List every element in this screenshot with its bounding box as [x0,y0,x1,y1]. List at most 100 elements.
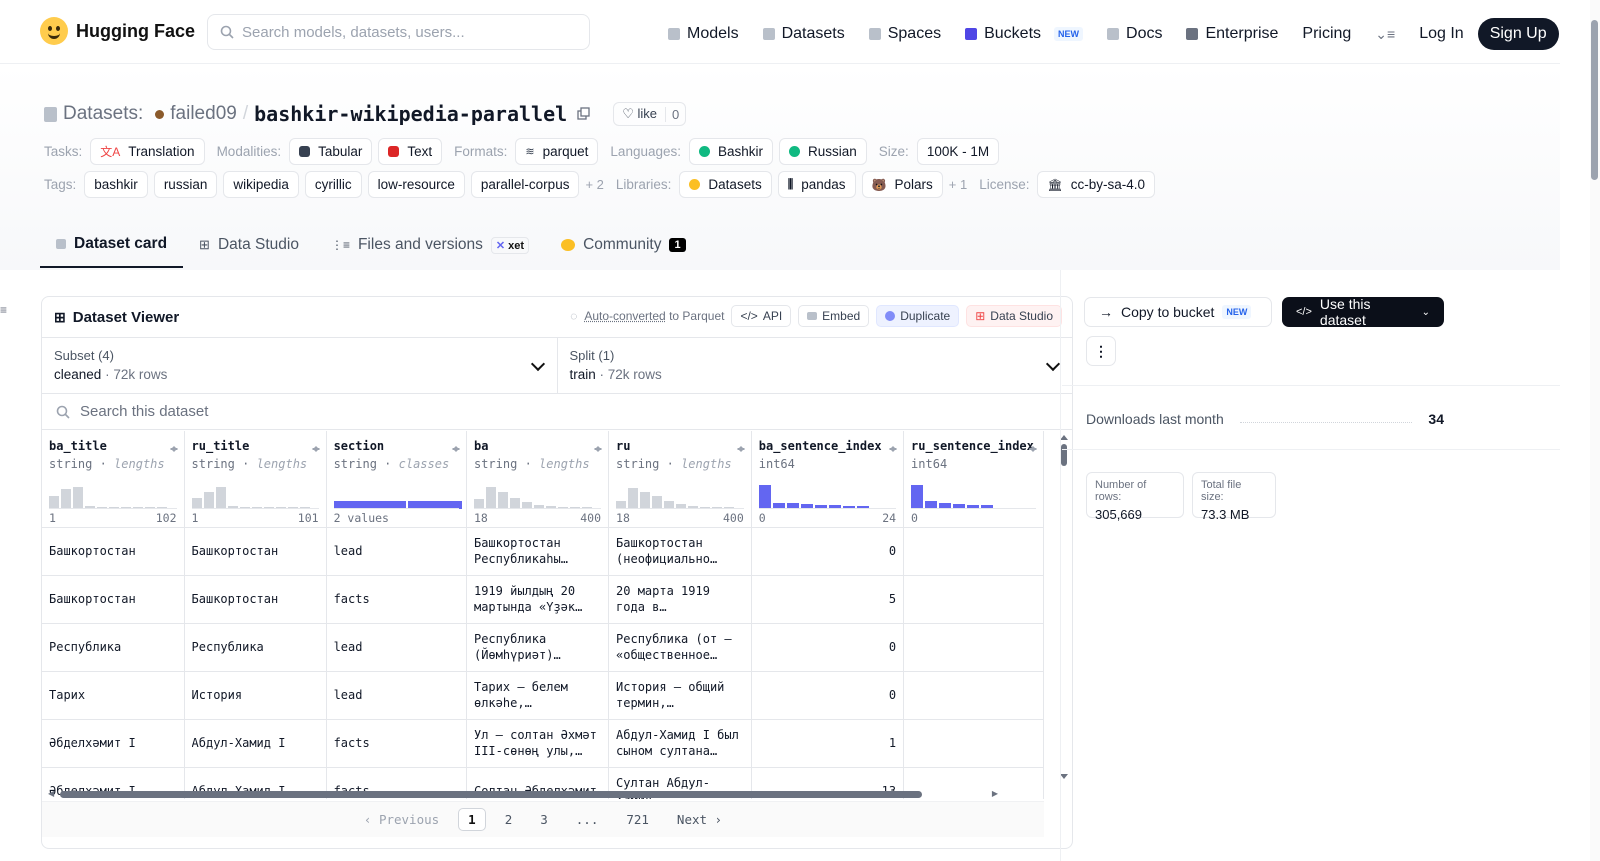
format-chip[interactable]: ≋ parquet [515,138,599,165]
tab-community[interactable]: Community 1 [545,222,702,268]
table-row[interactable]: Әбделхәмит I Абдул-Хамид I facts Ул — солта… [42,719,1044,768]
task-chip[interactable]: 文A Translation [90,138,205,165]
more-menu-icon[interactable]: ⌄≡ [1375,26,1395,43]
table-cell[interactable] [903,623,1044,672]
table-cell[interactable]: lead [326,527,467,576]
api-button[interactable]: </> API [731,305,792,327]
table-cell[interactable]: lead [326,623,467,672]
table-cell[interactable]: Башкортостан [42,575,185,624]
language-chip-russian[interactable]: Russian [779,138,867,165]
histogram-bar[interactable] [73,486,83,509]
embed-button[interactable]: Embed [798,305,870,327]
sort-icon[interactable] [889,442,898,454]
sidebar-toggle-icon[interactable]: ≡ [0,303,8,317]
tag-chip[interactable]: parallel-corpus [470,171,580,198]
duplicate-button[interactable]: Duplicate [876,305,960,327]
table-horizontal-scrollbar[interactable]: ◀ ▶ [48,789,998,799]
table-cell[interactable] [903,719,1044,768]
size-chip[interactable]: 100K - 1M [916,138,1000,165]
page-2-button[interactable]: 2 [496,809,522,830]
next-page-button[interactable]: Next › [668,809,731,830]
section-label[interactable]: Datasets: [63,103,143,125]
previous-page-button[interactable]: ‹ Previous [355,809,448,830]
page-last-button[interactable]: 721 [617,809,658,830]
nav-docs[interactable]: Docs [1107,25,1162,43]
table-cell[interactable]: История — общий термин,… [608,671,752,720]
brand-logo[interactable]: Hugging Face [40,17,195,45]
histogram-bar[interactable] [485,486,496,509]
tags-more[interactable]: + 2 [585,177,603,192]
tag-chip[interactable]: cyrillic [304,171,362,198]
histogram-bar[interactable] [203,491,214,509]
histogram-bar[interactable] [758,484,771,509]
auto-converted-link[interactable]: Auto-converted to Parquet [584,309,724,323]
sort-icon[interactable] [736,442,745,454]
column-header-6[interactable]: ru_sentence_index int64 0 [903,431,1044,528]
table-cell[interactable]: Абдул-Хамид I был сыном султана… [608,719,752,768]
nav-pricing[interactable]: Pricing [1302,25,1351,43]
tag-chip[interactable]: wikipedia [223,171,299,198]
nav-enterprise[interactable]: Enterprise [1186,25,1278,43]
table-cell[interactable]: История [184,671,327,720]
sort-icon[interactable] [594,442,603,454]
sort-icon[interactable] [1029,442,1037,454]
table-cell[interactable]: 0 [751,623,905,672]
column-header-1[interactable]: ru_title string · lengths 1 101 [184,431,327,528]
owner-link[interactable]: failed09 [170,103,237,125]
histogram-bar[interactable] [497,491,508,509]
table-row[interactable]: Тарих История lead Тарих — белем өлкәһе, ке… [42,671,1044,720]
nav-datasets[interactable]: Datasets [762,25,845,43]
language-chip-bashkir[interactable]: Bashkir [689,138,774,165]
table-cell[interactable]: Республика (Йөмһүриәт) (шула… [466,623,610,672]
table-cell[interactable]: Тарих [42,671,185,720]
page-1-button[interactable]: 1 [458,808,486,831]
table-cell[interactable]: Башкортостан Республикаһы шула… [466,527,610,576]
subset-dropdown[interactable]: Subset (4) cleaned · 72k rows [42,338,557,393]
library-chip-datasets[interactable]: Datasets [679,171,772,198]
libraries-more[interactable]: + 1 [949,177,967,192]
library-chip-polars[interactable]: 🐻 Polars [861,171,943,198]
repo-name[interactable]: bashkir-wikipedia-parallel [254,102,567,126]
table-cell[interactable]: lead [326,671,467,720]
global-search-input[interactable]: Search models, datasets, users... [207,14,590,50]
page-3-button[interactable]: 3 [531,809,557,830]
nav-spaces[interactable]: Spaces [868,25,941,43]
table-cell[interactable]: Республика [184,623,327,672]
signup-button[interactable]: Sign Up [1477,18,1559,50]
table-cell[interactable]: 1919 йылдың 20 мартында «Үҙәк… [466,575,610,624]
table-cell[interactable]: facts [326,575,467,624]
table-cell[interactable] [903,527,1044,576]
split-dropdown[interactable]: Split (1) train · 72k rows [556,338,1073,393]
table-row[interactable]: Башкортостан Башкортостан facts 1919 йылдың… [42,575,1044,624]
table-cell[interactable]: Ул — солтан Әхмәт III-сөнөң улы,… [466,719,610,768]
sort-icon[interactable] [169,442,178,454]
license-chip[interactable]: 🏛 cc-by-sa-4.0 [1037,171,1155,198]
nav-buckets[interactable]: Buckets NEW [965,25,1084,43]
table-cell[interactable]: Тарих — белем өлкәһе, кешелекте… [466,671,610,720]
table-cell[interactable] [903,671,1044,720]
dataset-search-input[interactable]: Search this dataset [42,394,1072,430]
use-this-dataset-button[interactable]: </> Use this dataset ⌄ [1282,296,1444,328]
histogram-bar[interactable] [640,491,651,509]
table-cell[interactable]: 5 [751,575,905,624]
like-button[interactable]: ♡ like 0 [613,102,687,126]
sort-icon[interactable] [311,442,320,454]
table-cell[interactable]: Абдул-Хамид I [184,719,327,768]
column-header-0[interactable]: ba_title string · lengths 1 102 [42,431,185,528]
column-header-3[interactable]: ba string · lengths 18 400 [466,431,610,528]
tag-chip[interactable]: low-resource [367,171,465,198]
table-cell[interactable]: 0 [751,671,905,720]
table-cell[interactable]: 1 [751,719,905,768]
column-header-4[interactable]: ru string · lengths 18 400 [608,431,752,528]
column-header-5[interactable]: ba_sentence_index int64 0 24 [751,431,905,528]
histogram-bar[interactable] [628,487,639,509]
tab-dataset-card[interactable]: Dataset card [40,222,184,268]
copy-icon[interactable] [577,107,591,121]
histogram-bar[interactable] [61,488,71,509]
data-studio-button[interactable]: ⊞ Data Studio [966,305,1062,327]
table-cell[interactable]: 0 [751,527,905,576]
more-options-button[interactable]: ⋮ [1086,336,1116,366]
tab-files-and-versions[interactable]: ⋮≡ Files and versions ✕ xet [315,222,545,268]
table-cell[interactable]: facts [326,719,467,768]
tag-chip[interactable]: bashkir [84,171,148,198]
